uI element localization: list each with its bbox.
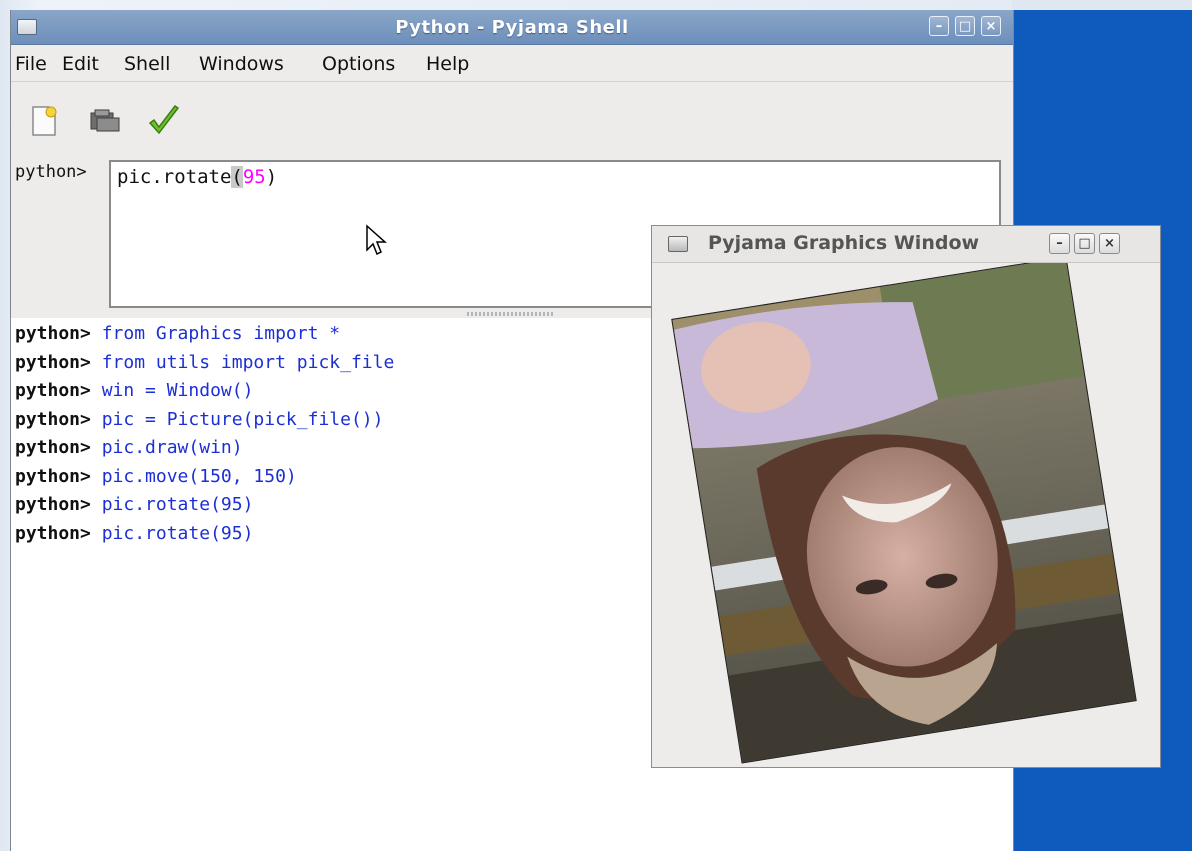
graphics-close-button[interactable]: × bbox=[1099, 233, 1120, 254]
graphics-maximize-button[interactable]: □ bbox=[1074, 233, 1095, 254]
command-input-text: pic.rotate(95) bbox=[117, 166, 277, 188]
minimize-icon: – bbox=[1056, 236, 1063, 251]
close-button[interactable]: × bbox=[981, 16, 1001, 36]
menu-options[interactable]: Options bbox=[322, 53, 395, 75]
desktop-strip bbox=[1012, 0, 1192, 10]
close-icon: × bbox=[985, 19, 997, 34]
minimize-icon: – bbox=[935, 19, 943, 34]
menubar: File Edit Shell Windows Options Help bbox=[11, 45, 1013, 82]
open-folder-icon[interactable] bbox=[87, 104, 121, 138]
graphics-window-menu-icon[interactable] bbox=[668, 236, 688, 252]
mouse-cursor-icon bbox=[366, 224, 387, 256]
graphics-window-title: Pyjama Graphics Window bbox=[708, 232, 980, 254]
menu-help[interactable]: Help bbox=[426, 53, 469, 75]
new-file-icon[interactable] bbox=[27, 104, 61, 138]
graphics-titlebar[interactable]: Pyjama Graphics Window – □ × bbox=[652, 226, 1160, 263]
photo-image bbox=[672, 263, 1136, 763]
menu-windows[interactable]: Windows bbox=[199, 53, 284, 75]
menu-file[interactable]: File bbox=[15, 53, 47, 75]
menu-shell[interactable]: Shell bbox=[124, 53, 170, 75]
menu-edit[interactable]: Edit bbox=[62, 53, 99, 75]
toolbar bbox=[11, 82, 1013, 160]
graphics-canvas[interactable] bbox=[652, 263, 1160, 767]
graphics-window: Pyjama Graphics Window – □ × bbox=[651, 225, 1161, 768]
input-paren-close: ) bbox=[265, 166, 278, 188]
prompt-label: python> bbox=[15, 162, 87, 182]
input-number: 95 bbox=[242, 166, 266, 188]
rotated-picture bbox=[671, 263, 1137, 764]
maximize-icon: □ bbox=[958, 19, 972, 34]
input-paren-open: ( bbox=[231, 166, 243, 188]
minimize-button[interactable]: – bbox=[929, 16, 949, 36]
input-prefix: pic.rotate bbox=[117, 166, 232, 188]
shell-titlebar[interactable]: Python - Pyjama Shell – □ × bbox=[11, 10, 1013, 45]
run-check-icon[interactable] bbox=[147, 104, 181, 138]
maximize-icon: □ bbox=[1078, 236, 1091, 251]
shell-window-title: Python - Pyjama Shell bbox=[395, 17, 629, 38]
maximize-button[interactable]: □ bbox=[955, 16, 975, 36]
close-icon: × bbox=[1104, 236, 1115, 251]
resize-grip[interactable] bbox=[467, 312, 553, 316]
graphics-minimize-button[interactable]: – bbox=[1049, 233, 1070, 254]
